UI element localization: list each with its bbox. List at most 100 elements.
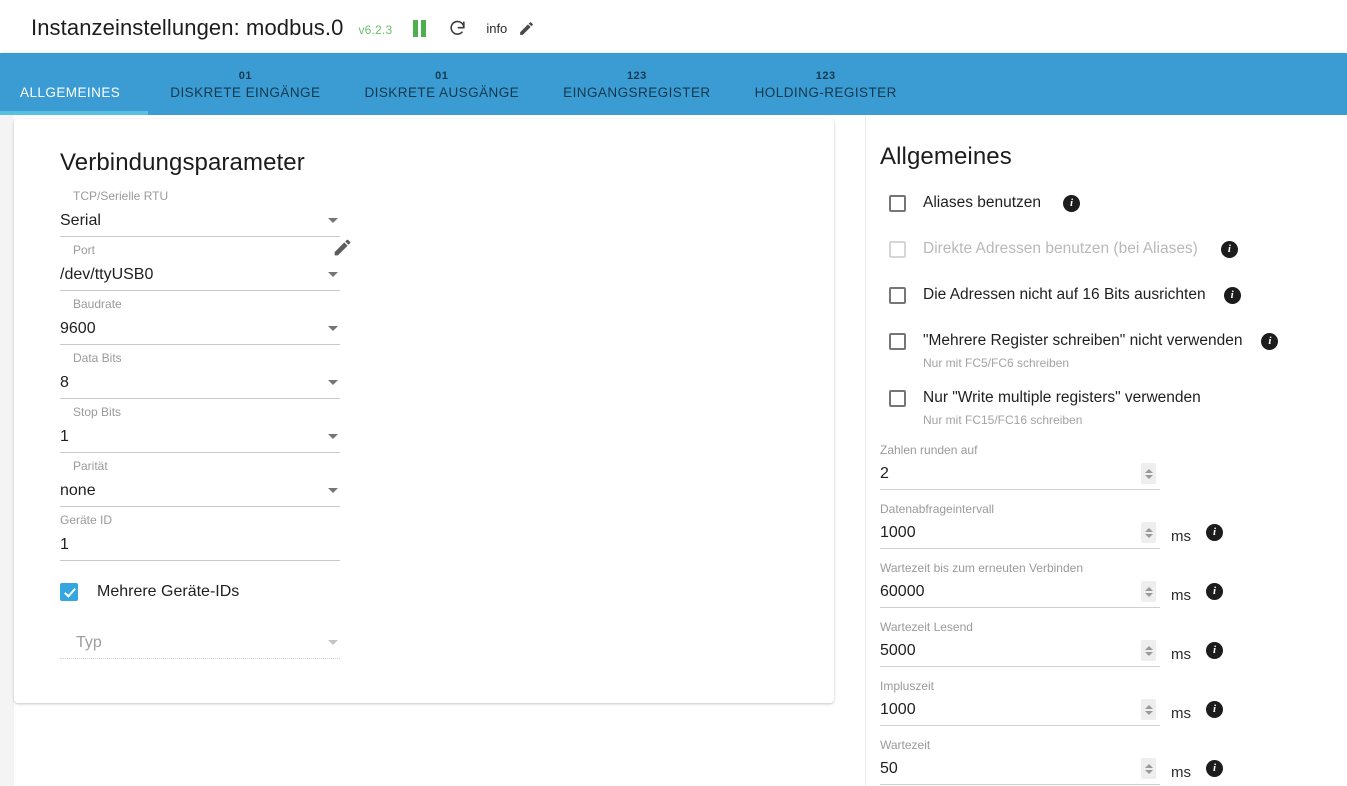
tab-diskrete-ausgaenge[interactable]: 01 DISKRETE AUSGÄNGE — [342, 53, 541, 115]
chevron-down-icon — [328, 218, 338, 223]
stepper-icon[interactable] — [1141, 699, 1156, 720]
info-icon[interactable]: i — [1206, 642, 1223, 659]
chevron-down-icon — [328, 272, 338, 277]
checkbox-row-mehrere-register-schreiben[interactable]: "Mehrere Register schreiben" nicht verwe… — [880, 329, 1347, 372]
unit-label: ms — [1171, 705, 1191, 722]
stop-bits-select[interactable]: 1 — [60, 421, 340, 453]
wartezeit-lesend-value: 5000 — [880, 642, 916, 659]
info-icon[interactable]: i — [1220, 241, 1238, 258]
adressen-nicht-ausrichten-checkbox[interactable] — [889, 287, 906, 304]
wartezeit-lesend-input[interactable]: 5000 — [880, 636, 1160, 667]
field-label: Wartezeit Lesend — [880, 620, 973, 634]
multiple-device-ids-checkbox[interactable] — [60, 583, 78, 601]
field-impluszeit: Impluszeit 1000 ms i — [880, 677, 1347, 726]
tab-allgemeines[interactable]: ALLGEMEINES — [0, 53, 149, 115]
edit-port-pencil-icon[interactable] — [332, 237, 353, 263]
datenabfrageintervall-value: 1000 — [880, 524, 916, 541]
aliases-benutzen-label: Aliases benutzen — [923, 194, 1042, 211]
zahlen-runden-auf-input[interactable]: 2 — [880, 459, 1160, 490]
port-select[interactable]: /dev/ttyUSB0 — [60, 259, 340, 291]
adressen-nicht-ausrichten-label: Die Adressen nicht auf 16 Bits ausrichte… — [923, 286, 1206, 303]
wartezeit-value: 50 — [880, 760, 898, 777]
checkbox-row-adressen-nicht-ausrichten[interactable]: Die Adressen nicht auf 16 Bits ausrichte… — [880, 283, 1347, 317]
tab-badge: 01 — [238, 70, 252, 82]
field-label: Wartezeit bis zum erneuten Verbinden — [880, 561, 1083, 575]
tab-diskrete-eingaenge[interactable]: 01 DISKRETE EINGÄNGE — [148, 53, 342, 115]
pause-icon[interactable] — [408, 17, 430, 39]
stepper-icon[interactable] — [1141, 463, 1156, 484]
tab-label: DISKRETE EINGÄNGE — [170, 85, 321, 100]
info-link[interactable]: info — [486, 21, 507, 36]
geraete-id-input[interactable]: 1 — [60, 529, 340, 561]
connection-parameters-title: Verbindungsparameter — [60, 149, 305, 176]
field-label: Stop Bits — [73, 405, 122, 419]
connection-parameters-card: Verbindungsparameter TCP/Serielle RTU Se… — [14, 119, 834, 703]
aliases-benutzen-checkbox[interactable] — [889, 195, 906, 212]
stepper-icon[interactable] — [1141, 640, 1156, 661]
chevron-down-icon — [328, 640, 338, 645]
tab-eingangsregister[interactable]: 123 EINGANGSREGISTER — [541, 53, 732, 115]
nur-write-multiple-checkbox[interactable] — [889, 390, 906, 407]
left-gutter — [0, 115, 14, 786]
tab-badge: 01 — [435, 70, 449, 82]
tab-holding-register[interactable]: 123 HOLDING-REGISTER — [733, 53, 919, 115]
info-icon[interactable]: i — [1223, 287, 1241, 304]
protocol-value: Serial — [60, 211, 101, 229]
data-bits-select[interactable]: 8 — [60, 367, 340, 399]
unit-label: ms — [1171, 646, 1191, 663]
wartezeit-input[interactable]: 50 — [880, 754, 1160, 785]
geraete-id-value: 1 — [60, 535, 69, 553]
stop-bits-value: 1 — [60, 427, 69, 445]
field-stop-bits: Stop Bits 1 — [60, 403, 340, 453]
chevron-down-icon — [328, 380, 338, 385]
typ-placeholder: Typ — [76, 633, 102, 651]
pencil-icon[interactable] — [515, 17, 537, 39]
info-icon[interactable]: i — [1206, 760, 1223, 777]
baudrate-value: 9600 — [60, 319, 96, 337]
impluszeit-value: 1000 — [880, 701, 916, 718]
typ-select[interactable]: Typ — [60, 627, 340, 659]
datenabfrageintervall-input[interactable]: 1000 — [880, 518, 1160, 549]
tab-label: HOLDING-REGISTER — [754, 85, 897, 100]
multiple-device-ids-row[interactable]: Mehrere Geräte-IDs — [60, 583, 806, 601]
tab-label: DISKRETE AUSGÄNGE — [364, 85, 520, 100]
stepper-icon[interactable] — [1141, 581, 1156, 602]
stepper-icon[interactable] — [1141, 522, 1156, 543]
refresh-icon[interactable] — [446, 17, 468, 39]
version-label: v6.2.3 — [358, 23, 393, 37]
field-protocol: TCP/Serielle RTU Serial — [60, 187, 340, 237]
info-icon[interactable]: i — [1206, 524, 1223, 541]
protocol-select[interactable]: Serial — [60, 205, 340, 237]
nur-write-multiple-label: Nur "Write multiple registers" verwenden — [923, 389, 1201, 406]
impluszeit-input[interactable]: 1000 — [880, 695, 1160, 726]
zahlen-runden-auf-value: 2 — [880, 465, 889, 482]
data-bits-value: 8 — [60, 373, 69, 391]
info-icon[interactable]: i — [1206, 583, 1223, 600]
field-wartezeit: Wartezeit 50 ms i — [880, 736, 1347, 785]
field-label: Zahlen runden auf — [880, 443, 978, 457]
field-label: Datenabfrageintervall — [880, 502, 995, 516]
mehrere-register-schreiben-checkbox[interactable] — [889, 333, 906, 350]
unit-label: ms — [1171, 587, 1191, 604]
info-icon[interactable]: i — [1063, 195, 1081, 212]
chevron-down-icon — [328, 488, 338, 493]
checkbox-row-nur-write-multiple[interactable]: Nur "Write multiple registers" verwenden… — [880, 386, 1347, 429]
stepper-icon[interactable] — [1141, 758, 1156, 779]
field-label: Impluszeit — [880, 679, 935, 693]
info-icon[interactable]: i — [1206, 701, 1223, 718]
baudrate-select[interactable]: 9600 — [60, 313, 340, 345]
wartezeit-erneut-verbinden-input[interactable]: 60000 — [880, 577, 1160, 608]
paritaet-select[interactable]: none — [60, 475, 340, 507]
nur-write-multiple-sublabel: Nur mit FC15/FC16 schreiben — [923, 413, 1083, 427]
field-datenabfrageintervall: Datenabfrageintervall 1000 ms i — [880, 500, 1347, 549]
field-label: Data Bits — [73, 351, 122, 365]
unit-label: ms — [1171, 764, 1191, 781]
field-label: Baudrate — [73, 297, 122, 311]
checkbox-row-aliases-benutzen[interactable]: Aliases benutzen i — [880, 191, 1347, 225]
field-geraete-id: Geräte ID 1 — [60, 511, 340, 561]
field-wartezeit-erneut-verbinden: Wartezeit bis zum erneuten Verbinden 600… — [880, 559, 1347, 608]
info-icon[interactable]: i — [1261, 333, 1279, 350]
field-wartezeit-lesend: Wartezeit Lesend 5000 ms i — [880, 618, 1347, 667]
field-paritaet: Parität none — [60, 457, 340, 507]
page-title: Instanzeinstellungen: modbus.0 — [31, 15, 344, 40]
